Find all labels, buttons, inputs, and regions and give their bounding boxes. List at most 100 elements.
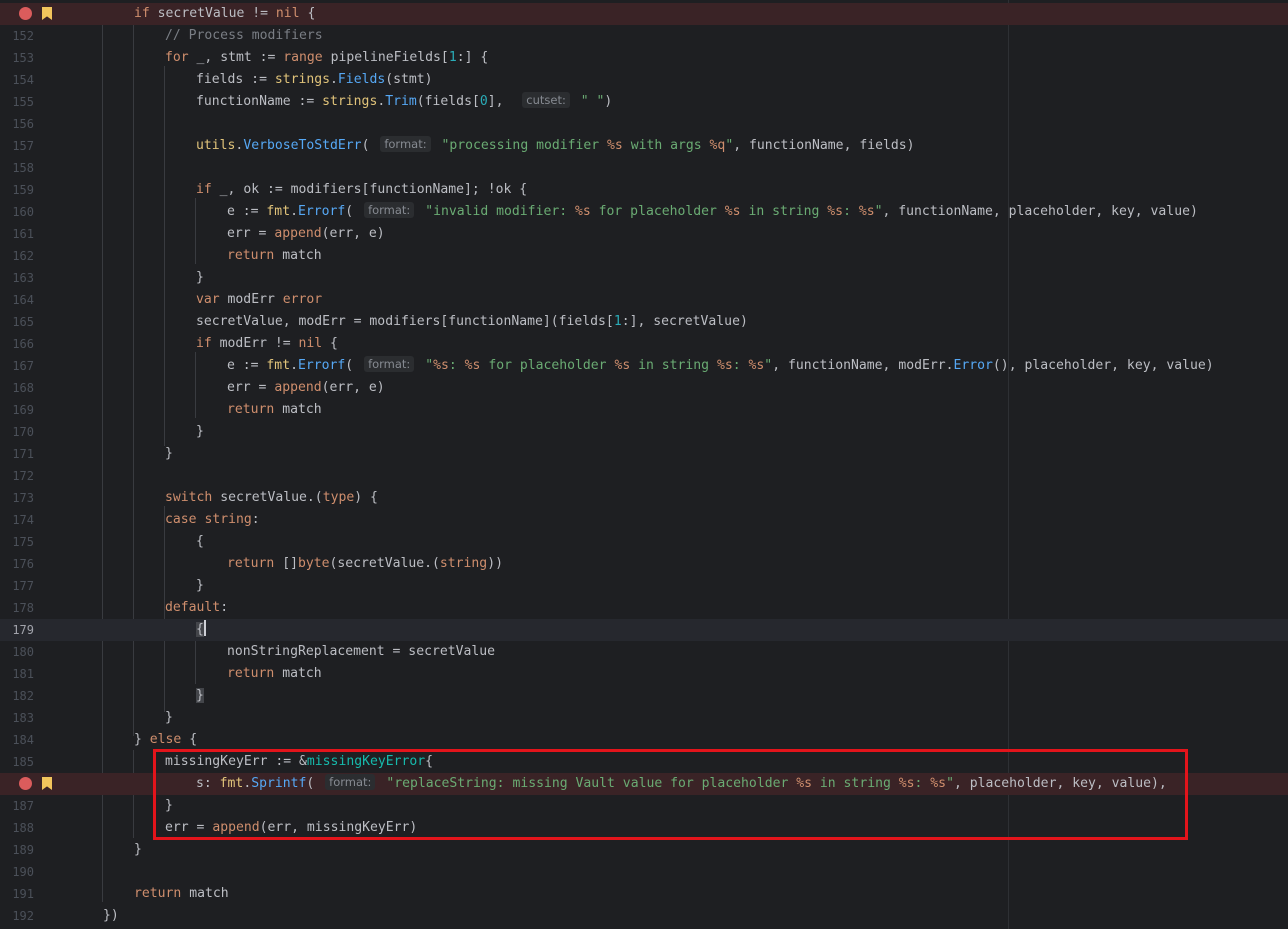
code-line[interactable]: 172 [0, 465, 1288, 487]
code-text[interactable]: } [165, 707, 173, 729]
code-line[interactable]: 176 return []byte(secretValue.(string)) [0, 553, 1288, 575]
code-text[interactable]: } [165, 795, 173, 817]
code-line[interactable]: 177} [0, 575, 1288, 597]
code-text[interactable]: if secretValue != nil { [134, 3, 315, 25]
code-line[interactable]: 157 utils.VerboseToStdErr( format: "proce… [0, 135, 1288, 157]
line-number[interactable]: 178 [0, 597, 34, 619]
code-text[interactable]: } [196, 267, 204, 289]
code-line[interactable]: 187} [0, 795, 1288, 817]
line-number[interactable]: 188 [0, 817, 34, 839]
code-line[interactable]: 185 missingKeyErr := &missingKeyError{ [0, 751, 1288, 773]
bookmark-icon[interactable] [42, 7, 52, 20]
line-number[interactable]: 164 [0, 289, 34, 311]
line-number[interactable]: 171 [0, 443, 34, 465]
code-line[interactable]: 191 return match [0, 883, 1288, 905]
code-text[interactable]: fields := strings.Fields(stmt) [196, 69, 433, 91]
line-number[interactable]: 173 [0, 487, 34, 509]
code-text[interactable]: return match [227, 245, 322, 267]
code-text[interactable]: { [196, 531, 204, 553]
line-number[interactable]: 189 [0, 839, 34, 861]
code-text[interactable]: return match [227, 399, 322, 421]
line-number[interactable]: 154 [0, 69, 34, 91]
line-number[interactable]: 152 [0, 25, 34, 47]
line-number[interactable]: 166 [0, 333, 34, 355]
code-line[interactable]: 164 var modErr error [0, 289, 1288, 311]
code-text[interactable]: return []byte(secretValue.(string)) [227, 553, 503, 575]
line-number[interactable]: 177 [0, 575, 34, 597]
code-text[interactable]: if _, ok := modifiers[functionName]; !ok… [196, 179, 527, 201]
code-line[interactable]: 160 e := fmt.Errorf( format: "invalid mod… [0, 201, 1288, 223]
code-text[interactable]: } else { [134, 729, 197, 751]
code-text[interactable]: // Process modifiers [165, 25, 323, 47]
line-number[interactable]: 180 [0, 641, 34, 663]
code-text[interactable]: err = append(err, missingKeyErr) [165, 817, 417, 839]
code-line[interactable]: 188 err = append(err, missingKeyErr) [0, 817, 1288, 839]
code-line[interactable]: 192}) [0, 905, 1288, 927]
code-line[interactable]: 189} [0, 839, 1288, 861]
code-line[interactable]: 170} [0, 421, 1288, 443]
code-line[interactable]: 163} [0, 267, 1288, 289]
code-text[interactable]: secretValue, modErr = modifiers[function… [196, 311, 748, 333]
line-number[interactable]: 183 [0, 707, 34, 729]
line-number[interactable]: 190 [0, 861, 34, 883]
line-number[interactable]: 184 [0, 729, 34, 751]
code-line[interactable]: if secretValue != nil { [0, 3, 1288, 25]
line-number[interactable]: 174 [0, 509, 34, 531]
line-number[interactable]: 155 [0, 91, 34, 113]
line-number[interactable]: 181 [0, 663, 34, 685]
code-text[interactable]: { [196, 619, 206, 641]
code-text[interactable]: if modErr != nil { [196, 333, 338, 355]
line-number[interactable]: 163 [0, 267, 34, 289]
code-text[interactable]: for _, stmt := range pipelineFields[1:] … [165, 47, 488, 69]
line-number[interactable]: 168 [0, 377, 34, 399]
code-text[interactable]: case string: [165, 509, 260, 531]
code-line[interactable]: 174 case string: [0, 509, 1288, 531]
code-text[interactable]: } [165, 443, 173, 465]
code-line[interactable]: 175 { [0, 531, 1288, 553]
code-line[interactable]: 169 return match [0, 399, 1288, 421]
code-text[interactable]: } [196, 575, 204, 597]
code-editor[interactable]: if secretValue != nil { 152 // Process mod… [0, 0, 1288, 929]
code-line[interactable]: 156 [0, 113, 1288, 135]
line-number[interactable]: 175 [0, 531, 34, 553]
code-line[interactable]: 155 functionName := strings.Trim(fields[0… [0, 91, 1288, 113]
code-line[interactable]: 152 // Process modifiers [0, 25, 1288, 47]
code-line[interactable]: 183} [0, 707, 1288, 729]
code-line[interactable]: 168 err = append(err, e) [0, 377, 1288, 399]
line-number[interactable]: 153 [0, 47, 34, 69]
code-line[interactable]: 162 return match [0, 245, 1288, 267]
line-number[interactable]: 185 [0, 751, 34, 773]
code-text[interactable]: return match [134, 883, 229, 905]
code-line[interactable]: 166 if modErr != nil { [0, 333, 1288, 355]
line-number[interactable]: 162 [0, 245, 34, 267]
code-line[interactable]: s: fmt.Sprintf( format: "replaceString: … [0, 773, 1288, 795]
code-text[interactable]: default: [165, 597, 228, 619]
line-number[interactable]: 170 [0, 421, 34, 443]
code-text[interactable]: } [134, 839, 142, 861]
code-line[interactable]: 171} [0, 443, 1288, 465]
line-number[interactable]: 191 [0, 883, 34, 905]
line-number[interactable]: 169 [0, 399, 34, 421]
code-line[interactable]: 179 { [0, 619, 1288, 641]
code-text[interactable]: }) [103, 905, 119, 927]
code-text[interactable]: } [196, 685, 204, 707]
code-line[interactable]: 190 [0, 861, 1288, 883]
line-number[interactable]: 167 [0, 355, 34, 377]
code-text[interactable]: return match [227, 663, 322, 685]
code-line[interactable]: 181 return match [0, 663, 1288, 685]
code-text[interactable]: var modErr error [196, 289, 322, 311]
line-number[interactable]: 160 [0, 201, 34, 223]
code-line[interactable]: 167 e := fmt.Errorf( format: "%s: %s for … [0, 355, 1288, 377]
code-text[interactable]: utils.VerboseToStdErr( format: "processi… [196, 135, 915, 157]
code-text[interactable]: switch secretValue.(type) { [165, 487, 378, 509]
line-number[interactable]: 159 [0, 179, 34, 201]
code-text[interactable]: err = append(err, e) [227, 223, 385, 245]
code-line[interactable]: 173 switch secretValue.(type) { [0, 487, 1288, 509]
code-line[interactable]: 154 fields := strings.Fields(stmt) [0, 69, 1288, 91]
breakpoint-icon[interactable] [19, 7, 32, 20]
code-text[interactable]: e := fmt.Errorf( format: "%s: %s for pla… [227, 355, 1214, 377]
code-line[interactable]: 161 err = append(err, e) [0, 223, 1288, 245]
code-text[interactable]: missingKeyErr := &missingKeyError{ [165, 751, 433, 773]
line-number[interactable]: 182 [0, 685, 34, 707]
code-text[interactable]: err = append(err, e) [227, 377, 385, 399]
